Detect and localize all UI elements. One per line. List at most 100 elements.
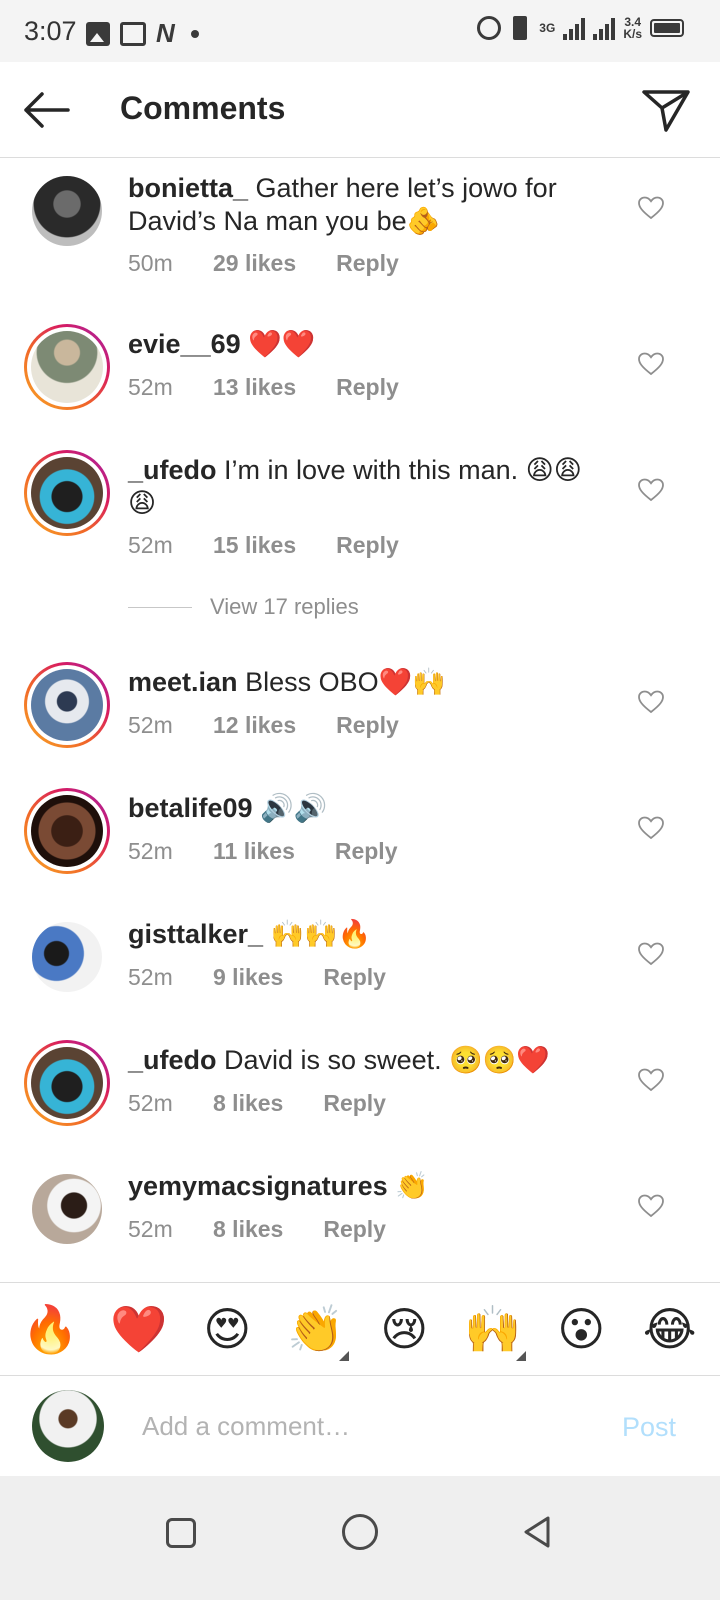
- comment-username[interactable]: bonietta_: [128, 173, 248, 203]
- heart-icon[interactable]: [638, 1068, 664, 1092]
- comment-meta: 50m 29 likes Reply: [128, 250, 399, 277]
- home-button[interactable]: [342, 1514, 378, 1550]
- signal-strength-2-icon: [593, 16, 616, 40]
- avatar[interactable]: [24, 1166, 110, 1252]
- heart-icon[interactable]: [638, 1194, 664, 1218]
- reply-button[interactable]: Reply: [323, 1216, 386, 1243]
- comment-likes[interactable]: 8 likes: [213, 1216, 283, 1243]
- gallery-notification-icon: [86, 21, 110, 46]
- comment-text: yemymacsignatures 👏: [128, 1170, 598, 1203]
- avatar-story-ring[interactable]: [24, 324, 110, 410]
- status-time: 3:07: [24, 16, 77, 46]
- clap-emoji-button[interactable]: 👏: [281, 1303, 351, 1361]
- comment-likes[interactable]: 13 likes: [213, 374, 296, 401]
- heart-eyes-emoji-button[interactable]: 😍: [192, 1303, 262, 1355]
- comment-username[interactable]: _ufedo: [128, 1045, 217, 1075]
- heart-icon[interactable]: [638, 816, 664, 840]
- alarm-icon: [477, 16, 502, 40]
- comment-meta: 52m 9 likes Reply: [128, 964, 386, 991]
- comment-time: 52m: [128, 712, 173, 738]
- network-type-label: 3G: [539, 21, 556, 35]
- comments-header: Comments: [0, 62, 720, 158]
- heart-icon[interactable]: [638, 352, 664, 376]
- reply-button[interactable]: Reply: [335, 838, 398, 865]
- avatar-image: [32, 922, 102, 992]
- more-notifications-dot-icon: [190, 29, 199, 38]
- reply-button[interactable]: Reply: [336, 712, 399, 739]
- comment-likes[interactable]: 8 likes: [213, 1090, 283, 1117]
- comments-list[interactable]: bonietta_ Gather here let’s jowo for Dav…: [0, 158, 720, 1306]
- reply-button[interactable]: Reply: [323, 1090, 386, 1117]
- avatar-image: [31, 795, 103, 867]
- post-button[interactable]: Post: [622, 1412, 676, 1443]
- surprised-emoji-button[interactable]: 😮: [546, 1303, 616, 1355]
- comment-text: evie__69 ❤️❤️: [128, 328, 598, 361]
- comment-meta: 52m 13 likes Reply: [128, 374, 399, 401]
- avatar-story-ring[interactable]: [24, 662, 110, 748]
- skin-tone-indicator-icon: [338, 1351, 349, 1361]
- skin-tone-indicator-icon: [515, 1351, 526, 1361]
- comment-composer: Post: [0, 1376, 720, 1476]
- avatar-story-ring[interactable]: [24, 788, 110, 874]
- heart-icon[interactable]: [638, 942, 664, 966]
- news-notification-icon: [120, 21, 146, 46]
- comment-username[interactable]: _ufedo: [128, 455, 217, 485]
- comment-username[interactable]: gisttalker_: [128, 919, 263, 949]
- avatar[interactable]: [24, 168, 110, 254]
- comment-message: 🔊🔊: [260, 793, 328, 823]
- recent-apps-button[interactable]: [166, 1518, 196, 1548]
- reply-button[interactable]: Reply: [336, 374, 399, 401]
- reply-button[interactable]: Reply: [336, 250, 399, 277]
- avatar-story-ring[interactable]: [24, 450, 110, 536]
- comment-time: 52m: [128, 532, 173, 558]
- avatar-image: [32, 176, 102, 246]
- heart-icon[interactable]: [638, 478, 664, 502]
- system-back-button[interactable]: [520, 1514, 556, 1550]
- comment-time: 52m: [128, 1216, 173, 1242]
- raised-hands-emoji-button[interactable]: 🙌: [458, 1303, 528, 1361]
- avatar-story-ring[interactable]: [24, 1040, 110, 1126]
- comment-likes[interactable]: 29 likes: [213, 250, 296, 277]
- comment-likes[interactable]: 11 likes: [213, 838, 295, 865]
- crying-emoji-button[interactable]: 😢: [369, 1303, 439, 1355]
- comment-username[interactable]: meet.ian: [128, 667, 238, 697]
- comment-likes[interactable]: 15 likes: [213, 532, 296, 559]
- comment-username[interactable]: evie__69: [128, 329, 241, 359]
- avatar[interactable]: [24, 914, 110, 1000]
- heart-icon[interactable]: [638, 690, 664, 714]
- comment-message: ❤️❤️: [248, 329, 316, 359]
- network-speed: 3.4 K/s: [623, 16, 642, 40]
- comment-likes[interactable]: 9 likes: [213, 964, 283, 991]
- emoji-quick-bar: 🔥 ❤️ 😍 👏 😢 🙌 😮 😂: [0, 1282, 720, 1376]
- comment-message: David is so sweet. 🥺🥺❤️: [224, 1045, 550, 1075]
- add-comment-input[interactable]: [142, 1406, 582, 1446]
- comment-message: 🙌🙌🔥: [270, 919, 372, 949]
- comment-username[interactable]: betalife09: [128, 793, 253, 823]
- comment-text: gisttalker_ 🙌🙌🔥: [128, 918, 598, 951]
- comment-username[interactable]: yemymacsignatures: [128, 1171, 388, 1201]
- avatar-image: [32, 1174, 102, 1244]
- red-heart-emoji-button[interactable]: ❤️: [104, 1303, 174, 1355]
- share-button[interactable]: [640, 86, 692, 134]
- n-app-notification-icon: N: [156, 18, 175, 48]
- status-bar: 3:07 N 3G 3.4 K/s: [0, 0, 720, 62]
- heart-icon[interactable]: [638, 196, 664, 220]
- comment-likes[interactable]: 12 likes: [213, 712, 296, 739]
- arrow-left-icon: [24, 92, 70, 128]
- comment-text: bonietta_ Gather here let’s jowo for Dav…: [128, 172, 598, 238]
- comment-text: _ufedo I’m in love with this man. 😩😩😩: [128, 454, 598, 520]
- comment-time: 52m: [128, 374, 173, 400]
- avatar-image: [31, 669, 103, 741]
- reply-button[interactable]: Reply: [323, 964, 386, 991]
- avatar-image: [31, 1047, 103, 1119]
- comment-meta: 52m 8 likes Reply: [128, 1216, 386, 1243]
- view-replies-label: View 17 replies: [210, 594, 359, 619]
- network-speed-unit: K/s: [623, 27, 642, 41]
- reply-button[interactable]: Reply: [336, 532, 399, 559]
- laughing-emoji-button[interactable]: 😂: [635, 1303, 705, 1355]
- avatar-image: [31, 331, 103, 403]
- view-replies-button[interactable]: View 17 replies: [128, 594, 359, 620]
- fire-emoji-button[interactable]: 🔥: [15, 1303, 85, 1355]
- back-button[interactable]: [20, 86, 72, 134]
- comment-message: 👏: [395, 1171, 429, 1201]
